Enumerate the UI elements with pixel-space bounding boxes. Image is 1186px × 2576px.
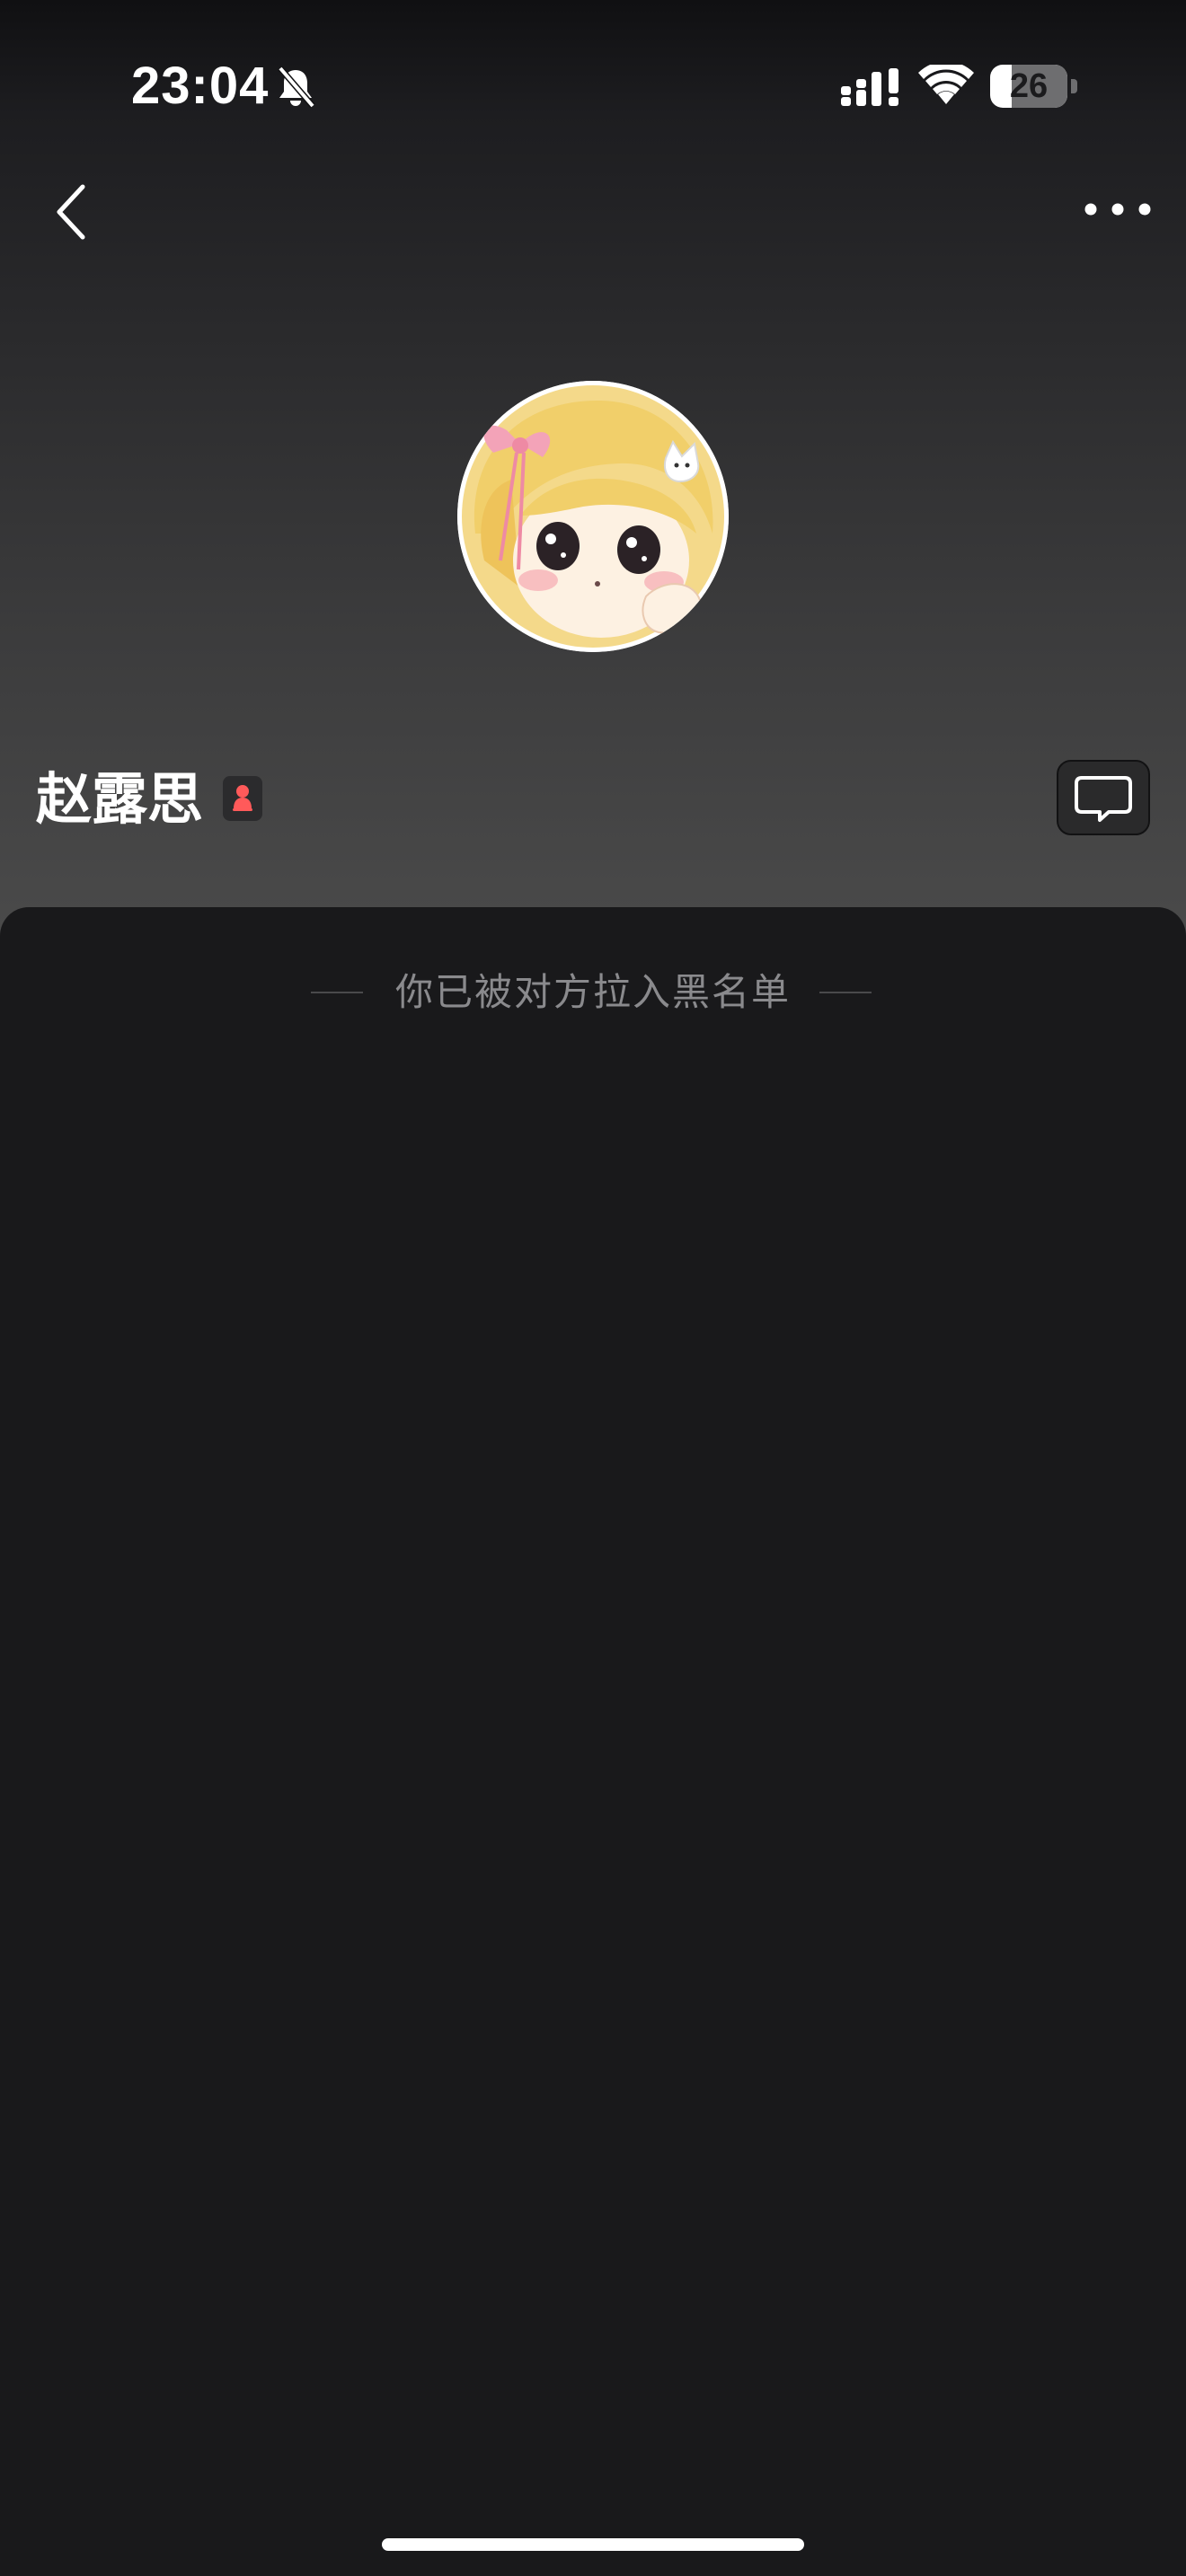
female-icon: [223, 776, 262, 821]
speech-bubble-icon: [1075, 776, 1132, 822]
bell-muted-icon: [275, 65, 316, 110]
chevron-left-icon: [57, 184, 85, 240]
ellipsis-icon: [1084, 203, 1151, 216]
user-name: 赵露思: [36, 766, 204, 832]
content-panel: [0, 907, 1186, 2576]
profile-screen: 23:04 26 赵露思 你已被对方拉入黑名单: [0, 0, 1186, 2576]
status-bar: 23:04 26: [0, 0, 1186, 171]
avatar-illustration: [457, 381, 729, 652]
avatar[interactable]: [457, 381, 729, 652]
blocked-notice: 你已被对方拉入黑名单: [0, 961, 1186, 1024]
home-indicator[interactable]: [382, 2538, 804, 2551]
message-button[interactable]: [1057, 760, 1150, 835]
battery-level: 26: [1009, 67, 1049, 105]
signal-icon: [839, 66, 902, 108]
divider-right: [819, 992, 872, 993]
back-button[interactable]: [40, 171, 111, 251]
wifi-icon: [918, 61, 974, 108]
more-button[interactable]: [1075, 181, 1157, 244]
status-time: 23:04: [131, 57, 270, 115]
blocked-message: 你已被对方拉入黑名单: [394, 970, 791, 1014]
battery-icon: 26: [990, 65, 1078, 108]
